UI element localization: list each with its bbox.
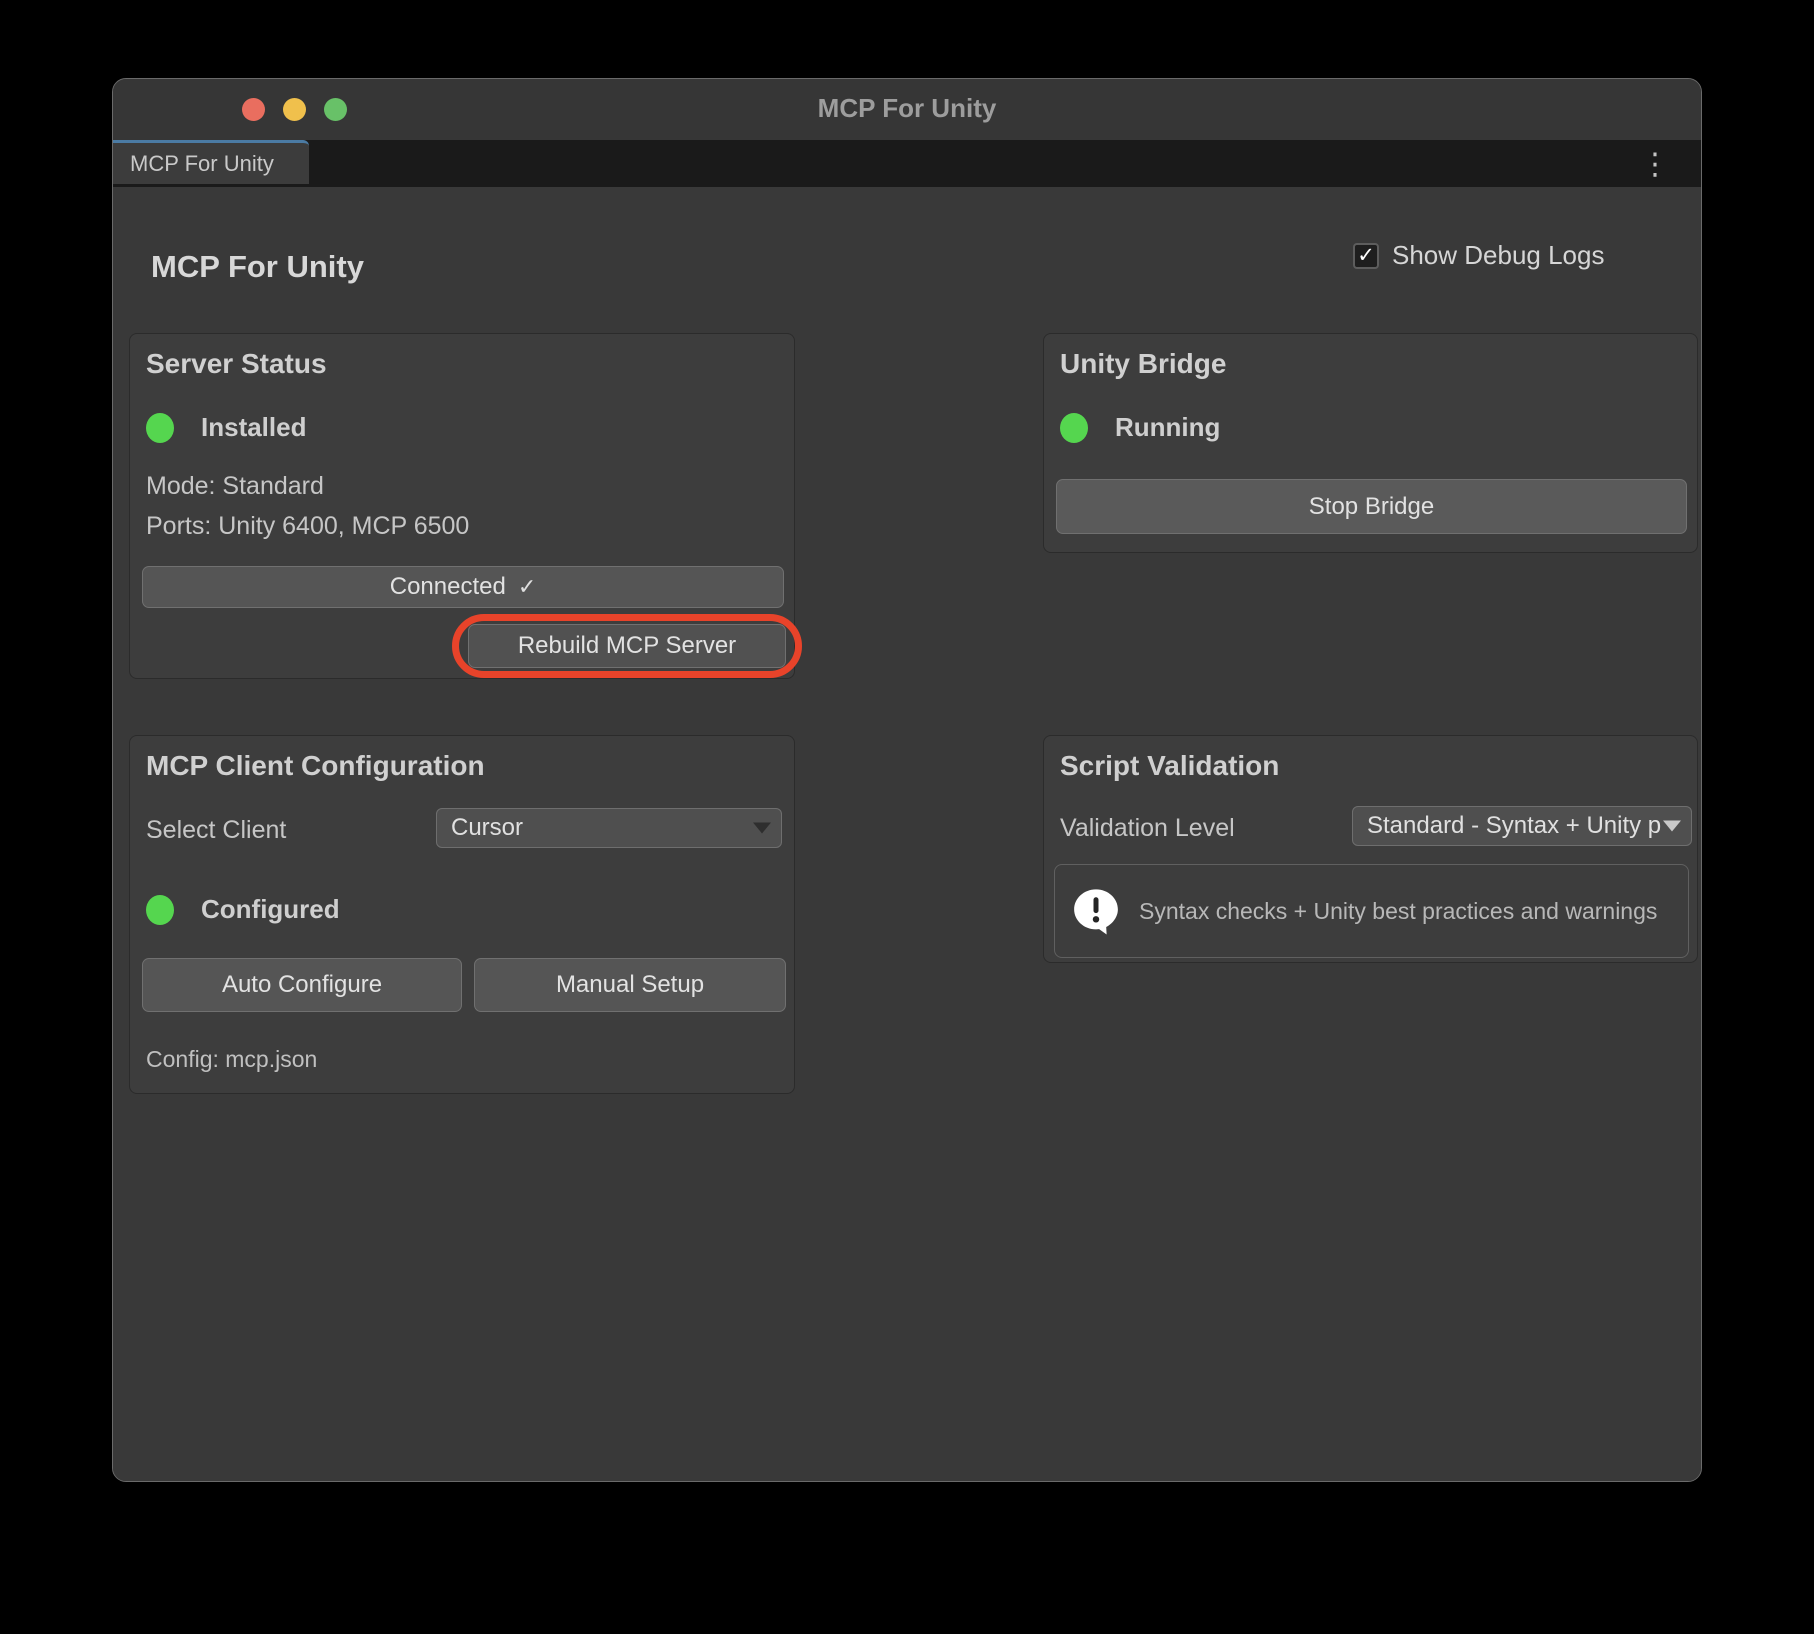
page-title: MCP For Unity	[151, 249, 364, 285]
stop-bridge-button[interactable]: Stop Bridge	[1056, 479, 1687, 534]
validation-level-value: Standard - Syntax + Unity p	[1367, 812, 1661, 840]
tab-bar: MCP For Unity ⋮	[113, 140, 1701, 187]
connected-check-icon: ✓	[518, 574, 536, 600]
main-content: MCP For Unity ✓ Show Debug Logs Server S…	[113, 187, 1701, 1482]
show-debug-logs-label: Show Debug Logs	[1392, 240, 1604, 271]
config-path-note: Config: mcp.json	[146, 1046, 317, 1073]
server-status-row: Installed	[146, 412, 306, 443]
chevron-down-icon	[1663, 821, 1681, 832]
manual-setup-button-label: Manual Setup	[556, 971, 704, 999]
desktop-background: MCP For Unity MCP For Unity ⋮ MCP For Un…	[0, 0, 1814, 1634]
select-client-label: Select Client	[146, 816, 286, 845]
client-select-dropdown[interactable]: Cursor	[436, 808, 782, 848]
chevron-down-icon	[753, 823, 771, 834]
kebab-menu-icon[interactable]: ⋮	[1637, 146, 1673, 182]
client-status-row: Configured	[146, 894, 340, 925]
status-dot-icon	[146, 895, 174, 925]
server-status-label: Installed	[201, 412, 306, 443]
mcp-for-unity-window: MCP For Unity MCP For Unity ⋮ MCP For Un…	[112, 78, 1702, 1482]
client-status-label: Configured	[201, 894, 340, 925]
validation-level-label: Validation Level	[1060, 814, 1235, 843]
auto-configure-button-label: Auto Configure	[222, 971, 382, 999]
mcp-client-configuration-panel: MCP Client Configuration Select Client C…	[129, 735, 795, 1094]
bridge-status-label: Running	[1115, 412, 1220, 443]
info-bubble-icon	[1071, 886, 1121, 936]
checkmark-icon: ✓	[1357, 243, 1375, 268]
tab-mcp-for-unity[interactable]: MCP For Unity	[113, 140, 309, 184]
server-mode-line: Mode: Standard	[146, 472, 324, 501]
window-titlebar: MCP For Unity	[113, 79, 1701, 140]
show-debug-logs-checkbox[interactable]: ✓	[1353, 243, 1379, 269]
status-dot-icon	[1060, 413, 1088, 443]
tab-label: MCP For Unity	[113, 151, 274, 177]
show-debug-logs-row: ✓ Show Debug Logs	[1353, 240, 1604, 271]
stop-bridge-button-label: Stop Bridge	[1309, 493, 1434, 521]
client-select-value: Cursor	[451, 814, 523, 842]
unity-bridge-title: Unity Bridge	[1060, 348, 1226, 380]
validation-level-dropdown[interactable]: Standard - Syntax + Unity p	[1352, 806, 1692, 846]
script-validation-title: Script Validation	[1060, 750, 1279, 782]
server-status-title: Server Status	[146, 348, 327, 380]
rebuild-button-label: Rebuild MCP Server	[518, 632, 736, 660]
connected-button[interactable]: Connected ✓	[142, 566, 784, 608]
server-ports-line: Ports: Unity 6400, MCP 6500	[146, 512, 469, 541]
status-dot-icon	[146, 413, 174, 443]
window-title: MCP For Unity	[113, 93, 1701, 124]
manual-setup-button[interactable]: Manual Setup	[474, 958, 786, 1012]
script-validation-panel: Script Validation Validation Level Stand…	[1043, 735, 1698, 963]
rebuild-highlight-annotation: Rebuild MCP Server	[452, 614, 802, 678]
auto-configure-button[interactable]: Auto Configure	[142, 958, 462, 1012]
validation-info-box: Syntax checks + Unity best practices and…	[1054, 864, 1689, 958]
bridge-status-row: Running	[1060, 412, 1220, 443]
connected-button-label: Connected	[390, 573, 506, 601]
validation-info-text: Syntax checks + Unity best practices and…	[1139, 898, 1657, 925]
mcp-client-configuration-title: MCP Client Configuration	[146, 750, 485, 782]
unity-bridge-panel: Unity Bridge Running Stop Bridge	[1043, 333, 1698, 553]
server-status-panel: Server Status Installed Mode: Standard P…	[129, 333, 795, 679]
rebuild-mcp-server-button[interactable]: Rebuild MCP Server	[468, 624, 786, 668]
